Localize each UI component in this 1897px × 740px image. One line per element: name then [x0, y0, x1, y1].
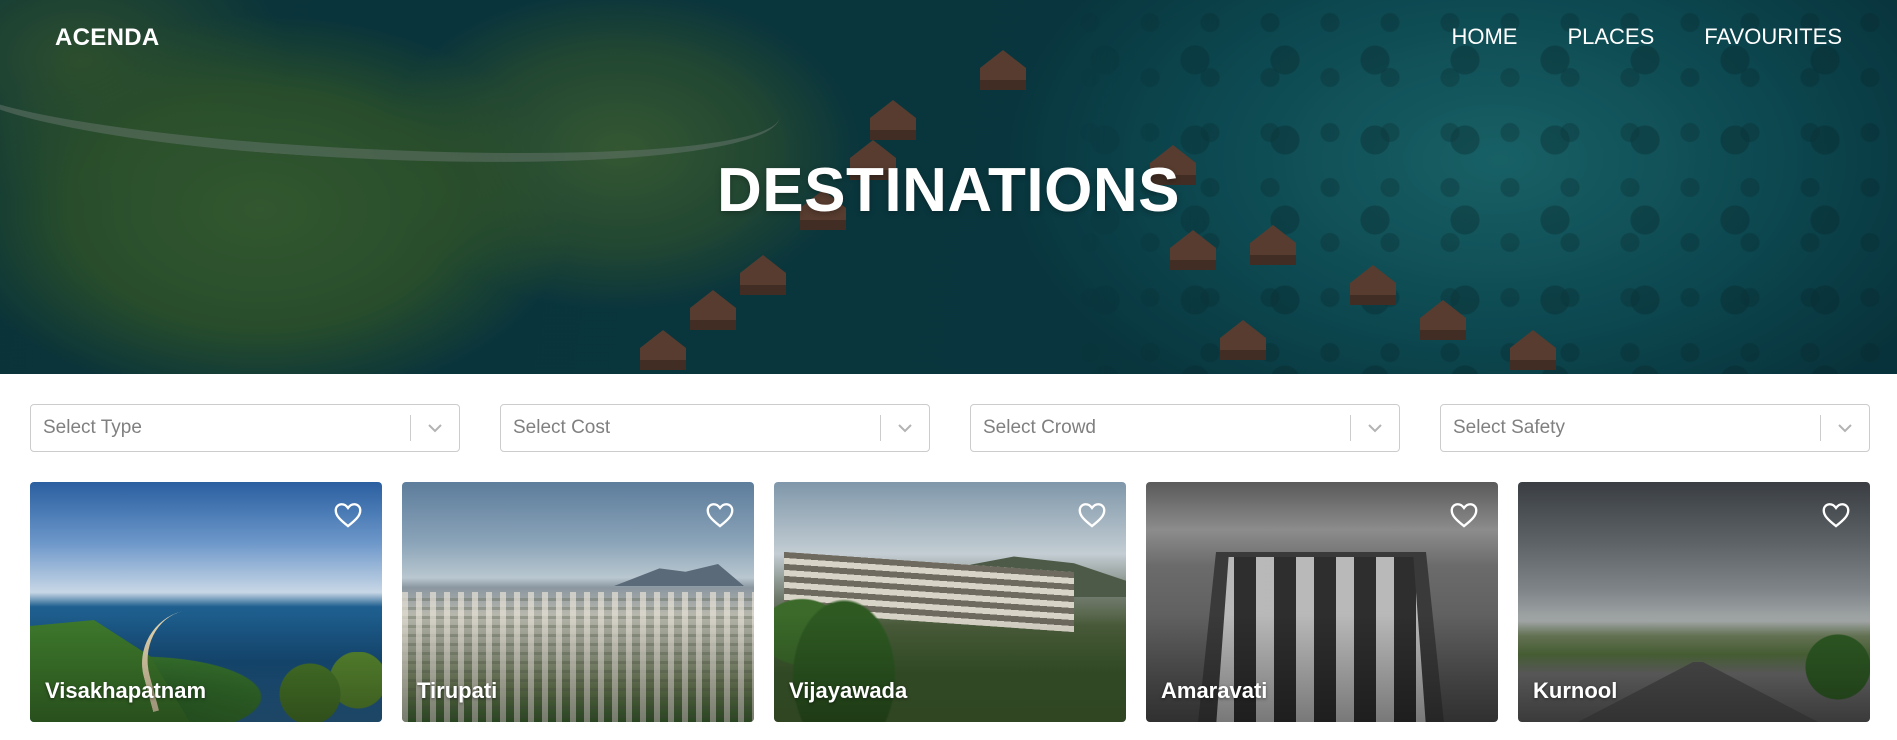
nav-home-link[interactable]: HOME [1451, 24, 1517, 50]
card-title: Amaravati [1161, 678, 1268, 703]
nav-places-link[interactable]: PLACES [1567, 24, 1654, 50]
chevron-down-icon[interactable] [1351, 405, 1399, 451]
chevron-down-icon[interactable] [1821, 405, 1869, 451]
chevron-down-icon[interactable] [881, 405, 929, 451]
destination-card[interactable]: Vijayawada [774, 482, 1126, 722]
destination-card[interactable]: Kurnool [1518, 482, 1870, 722]
card-title: Vijayawada [789, 678, 908, 703]
type-select-placeholder: Select Type [43, 417, 142, 438]
cost-select[interactable]: Select Cost [500, 404, 930, 452]
cost-select-placeholder: Select Cost [513, 417, 611, 438]
safety-select[interactable]: Select Safety [1440, 404, 1870, 452]
destination-card[interactable]: Amaravati [1146, 482, 1498, 722]
destination-card[interactable]: Visakhapatnam [30, 482, 382, 722]
chevron-down-icon[interactable] [411, 405, 459, 451]
top-navigation: ACENDA HOME PLACES FAVOURITES [0, 0, 1897, 76]
nav-links: HOME PLACES FAVOURITES [1451, 24, 1842, 50]
heart-outline-icon[interactable] [1822, 502, 1850, 528]
filter-bar: Select Type Select Cost Select Crowd Sel… [30, 404, 1870, 452]
card-title: Tirupati [417, 678, 498, 703]
crowd-select-placeholder: Select Crowd [983, 417, 1096, 438]
page-title: DESTINATIONS [717, 156, 1180, 225]
card-title: Kurnool [1533, 678, 1618, 703]
heart-outline-icon[interactable] [1450, 502, 1478, 528]
destination-card[interactable]: Tirupati [402, 482, 754, 722]
heart-outline-icon[interactable] [1078, 502, 1106, 528]
safety-select-placeholder: Select Safety [1453, 417, 1565, 438]
hero-banner: ACENDA HOME PLACES FAVOURITES DESTINATIO… [0, 0, 1897, 374]
type-select[interactable]: Select Type [30, 404, 460, 452]
destination-grid: Visakhapatnam Tirupati Vijayawada Amarav… [30, 482, 1872, 722]
heart-outline-icon[interactable] [706, 502, 734, 528]
crowd-select[interactable]: Select Crowd [970, 404, 1400, 452]
nav-favourites-link[interactable]: FAVOURITES [1704, 24, 1842, 50]
heart-outline-icon[interactable] [334, 502, 362, 528]
card-title: Visakhapatnam [45, 678, 207, 703]
brand-logo[interactable]: ACENDA [55, 24, 159, 52]
